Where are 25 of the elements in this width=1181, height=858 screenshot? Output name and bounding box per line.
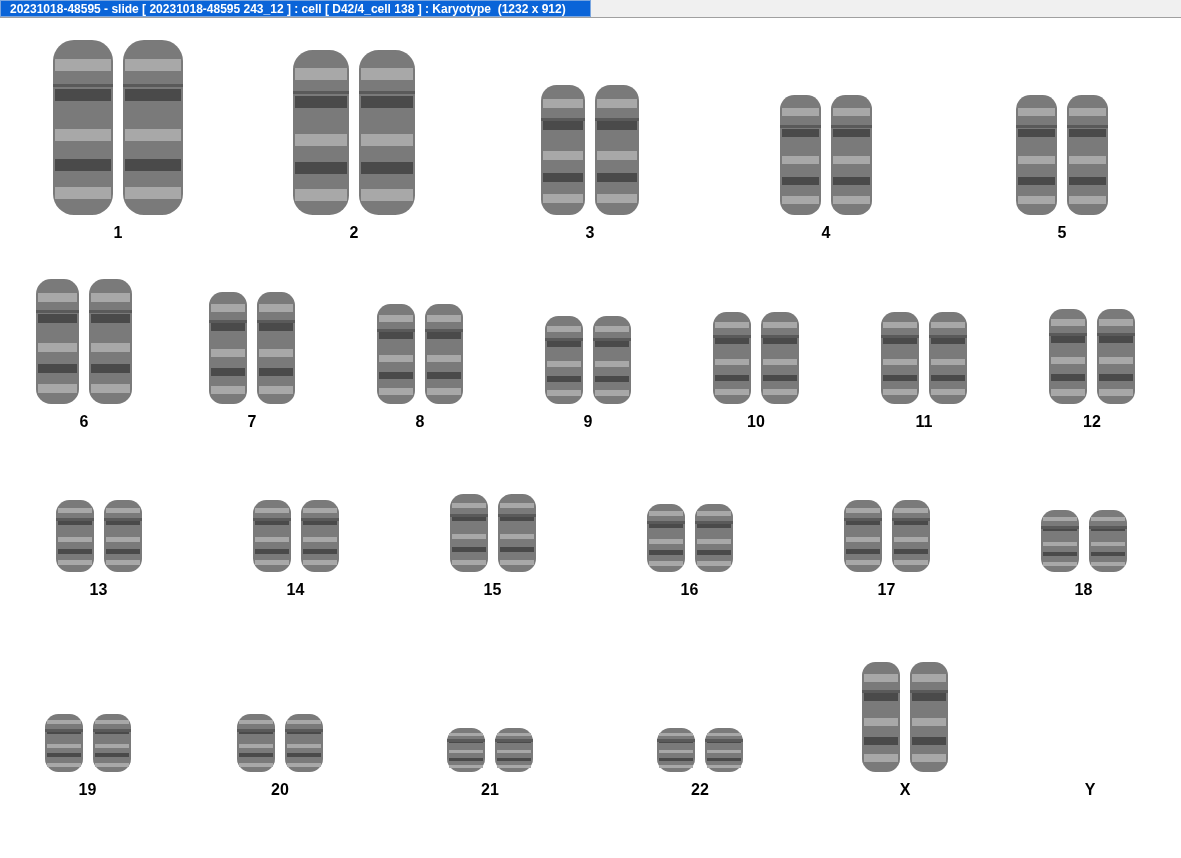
chromosome-label: 17 [877,582,896,598]
chromosome-label: 12 [1083,414,1101,430]
chromosome-label: X [899,782,911,798]
chromosome-label: Y [1084,782,1096,798]
chromosome-label: 13 [89,582,108,598]
chromosome-label: 15 [483,582,502,598]
chromosome-label: 22 [691,782,709,798]
chromosome-label: 3 [585,225,595,241]
chromosome-label: 8 [415,414,425,430]
chromosome-label: 19 [78,782,97,798]
chromosome-label: 5 [1057,225,1067,241]
chromosome-label: 10 [747,414,765,430]
chromosome-label: 11 [915,414,933,430]
chromosome-label: 16 [680,582,699,598]
chromosome-label: 6 [79,414,89,430]
chromosome-label: 2 [349,225,359,241]
chromosome-label: 1 [113,225,123,241]
chromosome-label: 4 [821,225,831,241]
window-title: 20231018-48595 - slide [ 20231018-48595 243_12 ] : cell [ D42/4_cell 138 ] : Karyotype (1232 x 912) [10,2,566,15]
chromosome-label: 7 [247,414,257,430]
chromosome-label: 20 [271,782,289,798]
chromosome-label: 14 [286,582,305,598]
chromosome-label: 21 [481,782,499,798]
chromosome-label: 18 [1074,582,1093,598]
chromosome-label: 9 [583,414,593,430]
